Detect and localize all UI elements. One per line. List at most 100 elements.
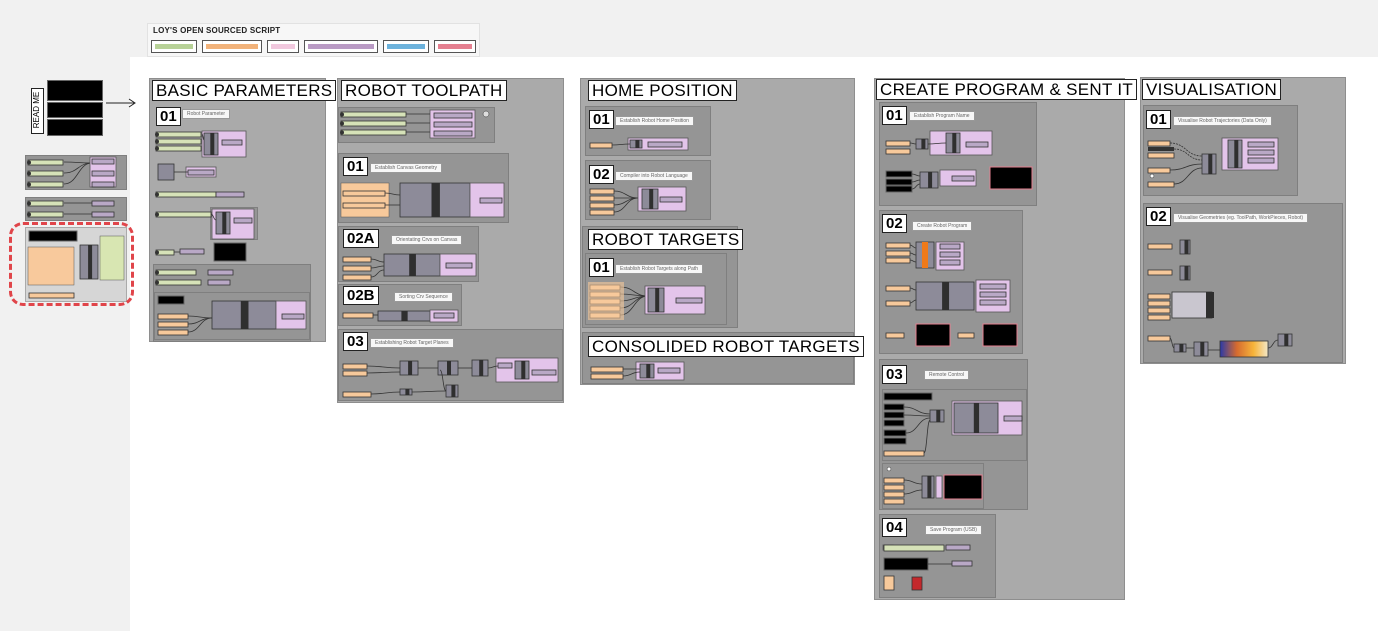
slider-knob-44[interactable] [155, 192, 159, 197]
output-param-11[interactable] [91, 170, 115, 177]
output-param-267[interactable] [1247, 157, 1275, 164]
panel-display-248[interactable] [943, 474, 983, 500]
panel-display-58[interactable] [213, 242, 247, 262]
slider-knob-4[interactable] [27, 171, 31, 176]
panel-display-65[interactable] [157, 295, 185, 305]
input-param-172[interactable] [590, 373, 624, 380]
input-param-278[interactable] [1147, 293, 1171, 300]
panel-display-189[interactable] [885, 170, 913, 178]
output-param-12[interactable] [91, 181, 115, 188]
input-param-244[interactable] [883, 498, 905, 505]
output-param-94[interactable] [479, 197, 503, 204]
input-param-70[interactable] [157, 329, 189, 336]
input-param-201[interactable] [885, 250, 911, 257]
output-param-61[interactable] [207, 269, 234, 276]
number-slider-76[interactable] [340, 111, 407, 118]
slider-knob-81[interactable] [340, 130, 344, 135]
output-param-37[interactable] [221, 139, 243, 146]
input-param-89[interactable] [342, 190, 386, 197]
input-param-145[interactable] [589, 188, 615, 195]
output-param-143[interactable] [647, 141, 683, 148]
output-param-111[interactable] [433, 312, 455, 319]
slider-knob-33[interactable] [155, 146, 159, 151]
input-param-114[interactable] [342, 370, 368, 377]
panel-display-191[interactable] [885, 185, 913, 193]
output-param-186[interactable] [965, 141, 989, 148]
input-param-275[interactable] [1147, 269, 1173, 276]
number-slider-0[interactable] [27, 159, 64, 166]
input-param-113[interactable] [342, 363, 368, 370]
output-param-41[interactable] [187, 169, 215, 176]
input-param-115[interactable] [342, 391, 372, 398]
output-param-215[interactable] [979, 283, 1007, 290]
input-param-147[interactable] [589, 195, 615, 202]
output-param-252[interactable] [945, 544, 971, 551]
save-button-node[interactable] [911, 576, 923, 591]
input-param-66[interactable] [157, 313, 189, 320]
input-param-272[interactable] [1147, 243, 1173, 250]
input-param-90[interactable] [342, 202, 386, 209]
output-param-64[interactable] [207, 279, 231, 286]
output-param-20[interactable] [91, 211, 115, 218]
number-slider-78[interactable] [340, 120, 407, 127]
number-slider-17[interactable] [27, 211, 64, 218]
slider-knob-48[interactable] [155, 212, 159, 217]
input-param-139[interactable] [589, 142, 613, 149]
panel-display-190[interactable] [885, 178, 913, 186]
output-param-216[interactable] [979, 291, 1007, 298]
output-param-206[interactable] [939, 259, 961, 266]
panel-display-196[interactable] [989, 166, 1033, 190]
output-param-10[interactable] [91, 158, 115, 165]
component-node-39[interactable] [157, 163, 175, 181]
slider-knob-14[interactable] [27, 201, 31, 206]
panel-display-223[interactable] [982, 323, 1018, 347]
input-param-149[interactable] [589, 202, 615, 209]
output-param-52[interactable] [233, 217, 253, 224]
input-param-222[interactable] [957, 332, 975, 339]
input-param-179[interactable] [885, 140, 911, 147]
slider-knob-55[interactable] [155, 250, 159, 255]
number-slider-32[interactable] [155, 145, 202, 152]
panel-display-21[interactable] [28, 230, 78, 242]
save-toggle-input[interactable] [883, 575, 895, 591]
output-param-16[interactable] [91, 200, 115, 207]
slider-knob-79[interactable] [340, 121, 344, 126]
input-param-171[interactable] [590, 366, 624, 373]
output-param-83[interactable] [433, 112, 473, 119]
output-param-129[interactable] [531, 369, 557, 376]
input-param-243[interactable] [883, 491, 905, 498]
input-param-282[interactable] [1147, 335, 1171, 342]
input-param-279[interactable] [1147, 300, 1171, 307]
input-param-257[interactable] [1147, 152, 1175, 159]
number-slider-6[interactable] [27, 181, 64, 188]
number-slider-80[interactable] [340, 129, 407, 136]
input-param-241[interactable] [883, 477, 905, 484]
number-slider-43[interactable] [155, 191, 217, 198]
number-slider-13[interactable] [27, 200, 64, 207]
output-param-204[interactable] [939, 243, 961, 250]
visual-gradient-node[interactable] [1219, 340, 1269, 358]
number-slider-30[interactable] [155, 138, 202, 145]
output-param-205[interactable] [939, 251, 961, 258]
input-param-211[interactable] [885, 300, 911, 307]
input-param-280[interactable] [1147, 307, 1171, 314]
slider-knob-7[interactable] [27, 182, 31, 187]
output-param-195[interactable] [951, 175, 975, 182]
panel-display-224[interactable] [883, 392, 933, 401]
input-param-242[interactable] [883, 484, 905, 491]
panel-display-228[interactable] [883, 429, 907, 437]
panel-display-253[interactable] [883, 557, 929, 571]
slider-knob-1[interactable] [27, 160, 31, 165]
panel-display-226[interactable] [883, 411, 905, 419]
output-param-254[interactable] [951, 560, 973, 567]
output-param-265[interactable] [1247, 141, 1275, 148]
output-param-45[interactable] [215, 191, 245, 198]
number-slider-28[interactable] [155, 131, 202, 138]
input-param-220[interactable] [885, 332, 905, 339]
output-param-170[interactable] [675, 297, 703, 304]
input-param-98[interactable] [342, 265, 372, 272]
output-param-176[interactable] [657, 367, 681, 374]
save-path-slider[interactable] [883, 544, 945, 552]
input-param-258[interactable] [1147, 167, 1171, 174]
input-param-200[interactable] [885, 242, 911, 249]
